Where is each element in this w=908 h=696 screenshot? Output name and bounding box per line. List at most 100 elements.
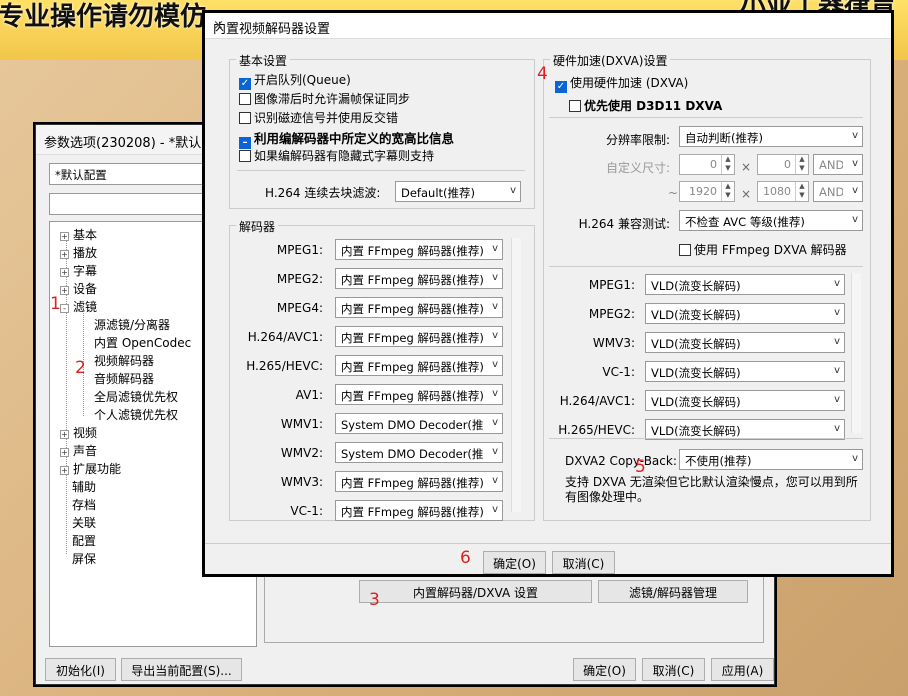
expand-icon[interactable]: + bbox=[60, 430, 69, 439]
tree-item-label: 字幕 bbox=[73, 264, 98, 278]
export-config-button[interactable]: 导出当前配置(S)... bbox=[121, 658, 242, 681]
tree-item[interactable]: 视频解码器 bbox=[94, 352, 154, 369]
decoder-select[interactable]: System DMO Decoder(推荐)v bbox=[335, 413, 503, 434]
hw-divider-mid bbox=[549, 266, 863, 267]
decoders-scrollbar[interactable] bbox=[511, 238, 521, 512]
resolution-limit-select[interactable]: 自动判断(推荐) v bbox=[679, 126, 863, 147]
decoder-select[interactable]: 内置 FFmpeg 解码器(推荐) v bbox=[335, 355, 503, 376]
decoder-format-label: H.265/HEVC: bbox=[246, 359, 323, 373]
max-height-spinner[interactable]: 1080 ▲ ▼ bbox=[757, 181, 809, 202]
builtin-decoder-dxva-button[interactable]: 内置解码器/DXVA 设置 bbox=[359, 580, 592, 603]
expand-icon[interactable]: + bbox=[60, 250, 69, 259]
decoder-select[interactable]: 内置 FFmpeg 解码器(推荐) v bbox=[335, 384, 503, 405]
dxva-mode-select[interactable]: VLD(流变长解码) v bbox=[645, 303, 845, 324]
marker-1: 1 bbox=[50, 294, 61, 314]
tree-item[interactable]: 存档 bbox=[72, 496, 96, 513]
copyback-select[interactable]: 不使用(推荐) v bbox=[679, 449, 863, 470]
spin-arrows-icon[interactable]: ▲ ▼ bbox=[795, 155, 808, 174]
params-cancel-button[interactable]: 取消(C) bbox=[642, 658, 705, 681]
chevron-down-icon: v bbox=[492, 272, 498, 283]
params-ok-button[interactable]: 确定(O) bbox=[573, 658, 636, 681]
min-logic-select[interactable]: AND v bbox=[813, 154, 863, 175]
min-height-spinner[interactable]: 0 ▲ ▼ bbox=[757, 154, 809, 175]
tree-item[interactable]: - 滤镜 bbox=[60, 298, 97, 315]
tree-item[interactable]: + 字幕 bbox=[60, 262, 97, 279]
decoder-format-label: AV1: bbox=[295, 388, 323, 402]
max-logic-select[interactable]: AND v bbox=[813, 181, 863, 202]
basic-option-checkbox[interactable]: – 利用编解码器中所定义的宽高比信息 bbox=[239, 128, 454, 149]
tree-item-label: 全局滤镜优先权 bbox=[94, 390, 179, 404]
dxva-mode-select[interactable]: VLD(流变长解码) v bbox=[645, 332, 845, 353]
chevron-down-icon: v bbox=[492, 504, 498, 515]
dxva-mode-select[interactable]: VLD(流变长解码) v bbox=[645, 419, 845, 440]
spin-arrows-icon[interactable]: ▲ ▼ bbox=[795, 182, 808, 201]
tree-item[interactable]: + 基本 bbox=[60, 226, 97, 243]
expand-icon[interactable]: + bbox=[60, 232, 69, 241]
h264-compat-select[interactable]: 不检查 AVC 等级(推荐) v bbox=[679, 210, 863, 231]
times-sign-2: × bbox=[741, 187, 752, 201]
basic-option-checkbox[interactable]: 图像滞后时允许漏帧保证同步 bbox=[239, 90, 410, 107]
tree-item-label: 个人滤镜优先权 bbox=[94, 408, 179, 422]
basic-option-checkbox[interactable]: 识别磁迹信号并使用反交错 bbox=[239, 109, 398, 126]
tree-item[interactable]: 关联 bbox=[72, 514, 96, 531]
tree-item[interactable]: 音频解码器 bbox=[94, 370, 154, 387]
tree-item[interactable]: 个人滤镜优先权 bbox=[94, 406, 178, 423]
tree-item-label: 设备 bbox=[73, 282, 98, 296]
decoder-select[interactable]: System DMO Decoder(推荐)v bbox=[335, 442, 503, 463]
tree-item[interactable]: 配置 bbox=[72, 532, 96, 549]
decoder-select[interactable]: 内置 FFmpeg 解码器(推荐) v bbox=[335, 471, 503, 492]
decoder-select[interactable]: 内置 FFmpeg 解码器(推荐) v bbox=[335, 268, 503, 289]
collapse-icon[interactable]: - bbox=[60, 304, 69, 313]
max-width-spinner[interactable]: 1920 ▲ ▼ bbox=[679, 181, 735, 202]
ffmpeg-dxva-checkbox[interactable]: 使用 FFmpeg DXVA 解码器 bbox=[679, 241, 847, 258]
tree-item-label: 源滤镜/分离器 bbox=[94, 318, 171, 332]
spin-arrows-icon[interactable]: ▲ ▼ bbox=[721, 155, 734, 174]
tree-item-label: 关联 bbox=[72, 516, 97, 530]
h264-compat-label: H.264 兼容测试: bbox=[578, 217, 670, 231]
tree-item[interactable]: 源滤镜/分离器 bbox=[94, 316, 170, 333]
tree-item[interactable]: 屏保 bbox=[72, 550, 96, 567]
basic-option-checkbox[interactable]: 如果编解码器有隐藏式字幕则支持 bbox=[239, 147, 434, 164]
filter-decoder-manager-button[interactable]: 滤镜/解码器管理 bbox=[598, 580, 748, 603]
tree-item[interactable]: 内置 OpenCodec bbox=[94, 334, 191, 351]
chevron-down-icon: v bbox=[834, 423, 840, 434]
expand-icon[interactable]: + bbox=[60, 466, 69, 475]
tree-item[interactable]: + 设备 bbox=[60, 280, 97, 297]
decoder-select[interactable]: 内置 FFmpeg 解码器(推荐) v bbox=[335, 326, 503, 347]
tree-item[interactable]: + 声音 bbox=[60, 442, 97, 459]
tree-item[interactable]: 辅助 bbox=[72, 478, 96, 495]
hw-scrollbar[interactable] bbox=[851, 273, 861, 433]
decoder-select[interactable]: 内置 FFmpeg 解码器(推荐) v bbox=[335, 239, 503, 260]
dxva-mode-select[interactable]: VLD(流变长解码) v bbox=[645, 361, 845, 382]
params-apply-button[interactable]: 应用(A) bbox=[711, 658, 774, 681]
expand-icon[interactable]: + bbox=[60, 286, 69, 295]
use-hw-accel-checkbox[interactable]: ✓ 使用硬件加速 (DXVA) bbox=[555, 74, 688, 93]
close-icon[interactable]: × bbox=[213, 18, 883, 33]
expand-icon[interactable]: + bbox=[60, 448, 69, 457]
basic-option-checkbox[interactable]: ✓ 开启队列(Queue) bbox=[239, 71, 351, 90]
chevron-down-icon: v bbox=[492, 417, 498, 428]
chevron-down-icon: v bbox=[834, 336, 840, 347]
min-width-spinner[interactable]: 0 ▲ ▼ bbox=[679, 154, 735, 175]
dialog-ok-button[interactable]: 确定(O) bbox=[483, 551, 546, 574]
tree-item-label: 扩展功能 bbox=[73, 462, 122, 476]
decoder-select[interactable]: 内置 FFmpeg 解码器(推荐) v bbox=[335, 297, 503, 318]
prefer-d3d11-checkbox[interactable]: 优先使用 D3D11 DXVA bbox=[569, 97, 722, 114]
h264-deblock-select[interactable]: Default(推荐) v bbox=[395, 181, 521, 202]
dxva-mode-select[interactable]: VLD(流变长解码) v bbox=[645, 274, 845, 295]
tree-item[interactable]: + 扩展功能 bbox=[60, 460, 121, 477]
decoder-format-label: WMV1: bbox=[280, 417, 323, 431]
dialog-cancel-button[interactable]: 取消(C) bbox=[552, 551, 615, 574]
tree-item-label: 播放 bbox=[73, 246, 98, 260]
decoder-select[interactable]: 内置 FFmpeg 解码器(推荐) v bbox=[335, 500, 503, 521]
tree-item[interactable]: + 播放 bbox=[60, 244, 97, 261]
spin-arrows-icon[interactable]: ▲ ▼ bbox=[721, 182, 734, 201]
tree-item[interactable]: 全局滤镜优先权 bbox=[94, 388, 178, 405]
marker-6: 6 bbox=[460, 548, 471, 568]
init-button[interactable]: 初始化(I) bbox=[45, 658, 116, 681]
dxva-mode-select[interactable]: VLD(流变长解码) v bbox=[645, 390, 845, 411]
expand-icon[interactable]: + bbox=[60, 268, 69, 277]
tree-item[interactable]: + 视频 bbox=[60, 424, 97, 441]
decoder-format-label: H.264/AVC1: bbox=[247, 330, 323, 344]
tree-item-label: 视频解码器 bbox=[94, 354, 155, 368]
